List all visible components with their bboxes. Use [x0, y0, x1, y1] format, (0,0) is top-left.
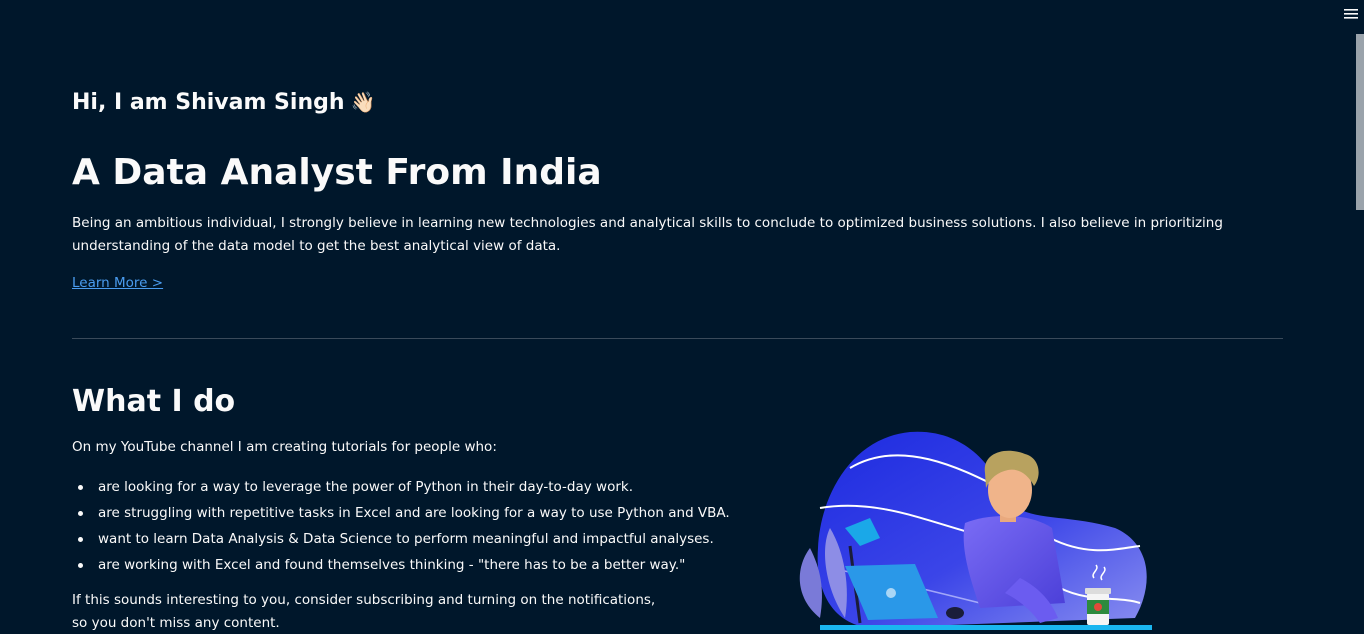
greeting-heading: Hi, I am Shivam Singh 👋🏻	[72, 86, 375, 119]
section-divider	[72, 338, 1283, 339]
audience-list: are looking for a way to leverage the po…	[72, 474, 730, 578]
what-i-do-title: What I do	[72, 384, 236, 419]
page-title: A Data Analyst From India	[72, 152, 602, 193]
subscribe-paragraph: If this sounds interesting to you, consi…	[72, 592, 656, 631]
waving-hand-icon: 👋🏻	[350, 90, 376, 114]
list-item: are looking for a way to leverage the po…	[72, 474, 730, 500]
developer-illustration	[790, 428, 1160, 634]
scrollbar-thumb[interactable]	[1356, 34, 1364, 210]
list-item: want to learn Data Analysis & Data Scien…	[72, 526, 730, 552]
what-i-do-intro: On my YouTube channel I am creating tuto…	[72, 439, 497, 455]
desk	[820, 625, 1152, 630]
intro-paragraph: Being an ambitious individual, I strongl…	[72, 215, 1223, 254]
app-root: Hi, I am Shivam Singh 👋🏻 A Data Analyst F…	[0, 0, 1364, 634]
list-item: are working with Excel and found themsel…	[72, 552, 730, 578]
learn-more-link[interactable]: Learn More >	[72, 273, 163, 293]
list-item: are struggling with repetitive tasks in …	[72, 500, 730, 526]
greeting-text: Hi, I am Shivam Singh	[72, 90, 345, 115]
scrollbar[interactable]	[1356, 0, 1364, 634]
